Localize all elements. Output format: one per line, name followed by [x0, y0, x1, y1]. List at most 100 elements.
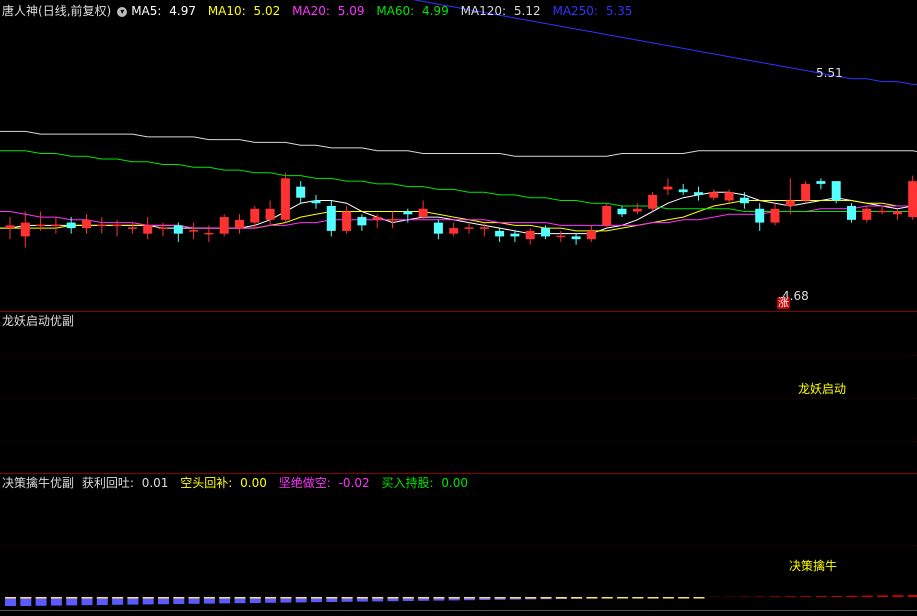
candle-body: [831, 181, 841, 201]
histogram-cap: [372, 597, 384, 599]
candle-body: [357, 217, 367, 226]
histogram-cap: [35, 597, 47, 599]
candle-body: [525, 230, 535, 240]
histogram-bar: [770, 596, 781, 597]
histogram-cap: [433, 597, 445, 599]
candle-body: [586, 230, 596, 240]
histogram-cap: [341, 597, 353, 599]
histogram-cap: [127, 597, 139, 599]
candle-body: [433, 222, 443, 234]
histogram-cap: [525, 597, 537, 599]
histogram-cap: [418, 597, 430, 599]
histogram-cap: [448, 597, 460, 599]
histogram-cap: [249, 597, 261, 599]
ma60-readout: MA60: 4.99: [376, 4, 449, 18]
histogram-bar: [846, 595, 858, 597]
histogram-cap: [66, 597, 78, 599]
candle-body: [663, 186, 673, 190]
histogram-cap: [295, 597, 307, 599]
histogram-cap: [112, 597, 124, 599]
histogram-bar: [785, 596, 797, 597]
candle-body: [648, 194, 658, 209]
histogram-bar: [754, 596, 766, 597]
candle-body: [311, 200, 321, 204]
candle-body: [418, 208, 428, 218]
candle-body: [449, 228, 459, 234]
histogram-bar: [861, 595, 873, 597]
candle-body: [20, 222, 30, 237]
candle-body: [724, 192, 734, 201]
histogram-cap: [188, 597, 200, 599]
histogram-cap: [280, 597, 292, 599]
histogram-cap: [601, 597, 613, 599]
histogram-cap: [555, 597, 567, 599]
candle-body: [678, 189, 688, 193]
histogram-cap: [142, 597, 154, 599]
ma120-readout: MA120: 5.12: [460, 4, 541, 18]
candle-body: [617, 208, 627, 215]
buy-hold-readout: 买入持股: 0.00: [381, 476, 469, 490]
ma120-line: [0, 130, 917, 157]
histogram-cap: [50, 597, 62, 599]
candle-body: [816, 181, 826, 184]
histogram-cap: [81, 597, 93, 599]
histogram-cap: [464, 597, 475, 599]
candle-body: [5, 225, 15, 229]
histogram-cap: [509, 597, 521, 599]
histogram-cap: [632, 597, 644, 599]
candle-body: [173, 225, 183, 234]
candle-body: [280, 178, 290, 220]
candle-body: [219, 217, 229, 234]
candle-body: [892, 211, 902, 215]
histogram-cap: [219, 597, 231, 599]
histogram-cap: [571, 597, 583, 599]
candle-body: [785, 200, 795, 206]
candle-body: [847, 206, 856, 220]
candle-body: [739, 197, 749, 204]
candle-body: [326, 206, 336, 231]
candle-body: [862, 208, 872, 220]
histogram-cap: [678, 597, 690, 599]
stock-name: 唐人神: [2, 4, 39, 18]
candle-body: [66, 222, 76, 229]
candle-body: [770, 208, 780, 223]
histogram-cap: [402, 597, 414, 599]
candle-body: [250, 208, 260, 223]
histogram-cap: [540, 597, 552, 599]
decision-bull-label: 决策擒牛: [789, 559, 838, 573]
histogram-cap: [173, 597, 185, 599]
histogram-cap: [311, 597, 322, 599]
histogram-bar: [907, 595, 917, 597]
short-cover-readout: 空头回补: 0.00: [180, 476, 267, 490]
candle-body: [403, 211, 413, 215]
histogram-cap: [647, 597, 659, 599]
indicator1-header: 龙妖启动优副: [2, 314, 78, 328]
histogram-cap: [326, 597, 338, 599]
histogram-cap: [265, 597, 277, 599]
histogram-cap: [356, 597, 368, 599]
histogram-bar: [892, 595, 904, 597]
ma5-readout: MA5: 4.97: [131, 4, 196, 18]
candle-body: [709, 192, 719, 198]
candle-body: [82, 219, 91, 229]
period-label: (日线,前复权): [38, 4, 112, 18]
histogram-bar: [815, 596, 827, 597]
chevron-down-icon[interactable]: ▾: [117, 6, 128, 17]
candle-body: [801, 183, 811, 201]
candle-body: [296, 186, 306, 198]
main-chart-header: 唐人神(日线,前复权) ▾ MA5: 4.97 MA10: 5.02 MA20: 5…: [2, 4, 641, 18]
histogram-cap: [586, 597, 598, 599]
ma20-readout: MA20: 5.09: [292, 4, 365, 18]
candle-body: [571, 236, 581, 240]
limit-up-badge: 涨: [777, 296, 790, 309]
candle-body: [235, 219, 244, 229]
histogram-cap: [494, 597, 506, 599]
firm-short-readout: 坚绝做空: -0.02: [278, 476, 370, 490]
candle-body: [510, 233, 520, 237]
candle-body: [372, 217, 382, 220]
histogram-cap: [387, 597, 399, 599]
histogram-cap: [662, 597, 674, 599]
candle-body: [694, 192, 703, 195]
histogram-cap: [158, 597, 169, 599]
candle-body: [342, 211, 352, 231]
